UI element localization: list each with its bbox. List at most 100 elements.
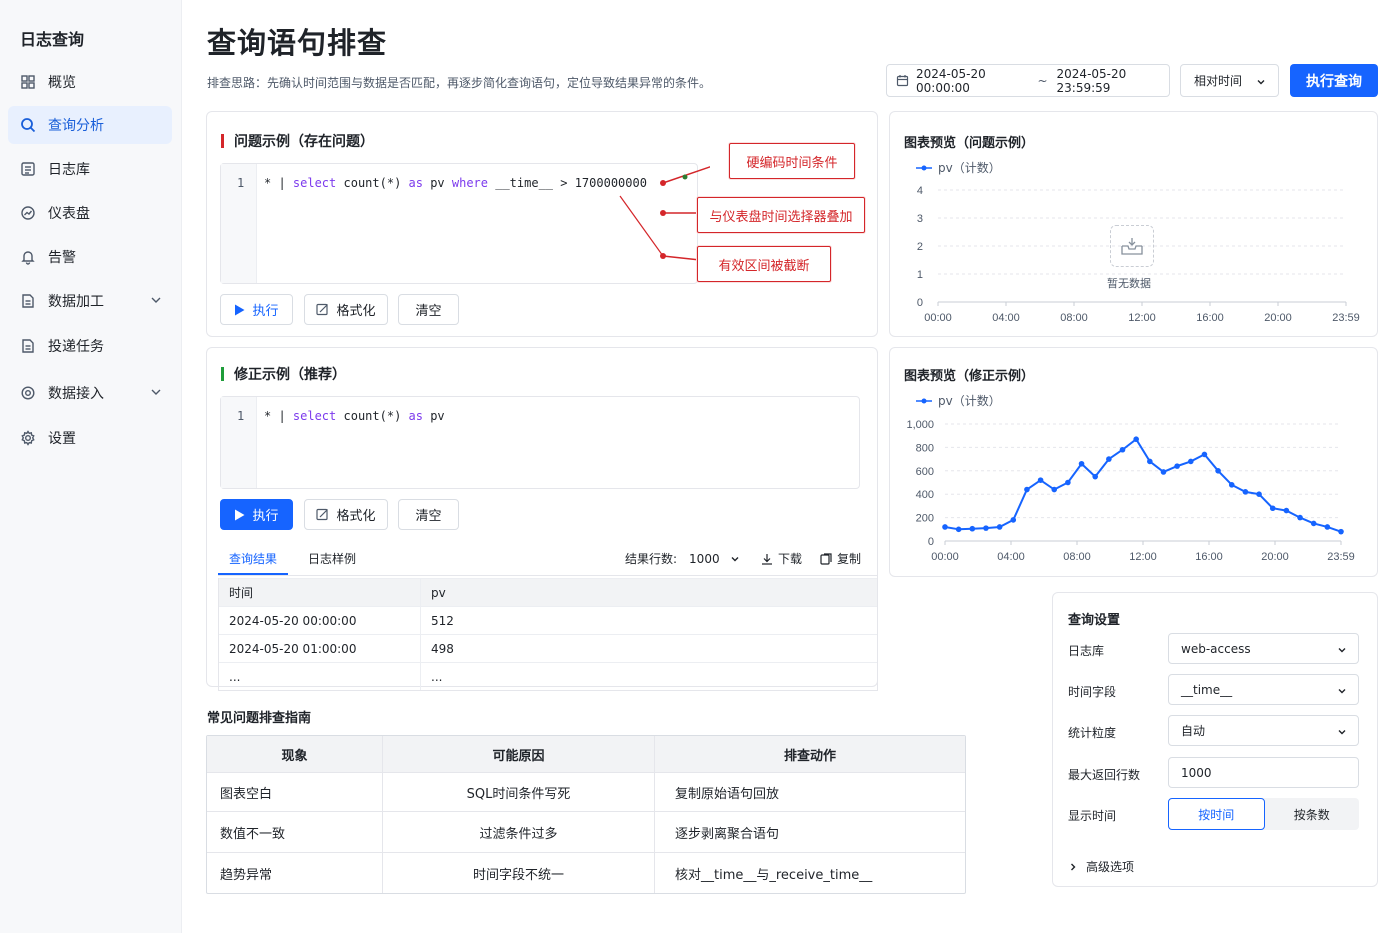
data-point — [1201, 451, 1208, 458]
run-query-button[interactable]: 执行查询 — [1290, 64, 1378, 97]
sidebar-item-alerts[interactable]: 告警 — [8, 238, 172, 276]
problem-code-line: * | select count(*) as pv where __time__… — [264, 176, 647, 190]
tab-query-result[interactable]: 查询结果 — [229, 550, 277, 567]
y-tick-label: 400 — [916, 489, 934, 501]
fixed-title-text: 修正示例（推荐） — [234, 367, 346, 383]
display-by-time-option[interactable]: 按时间 — [1168, 798, 1265, 830]
x-tick-label: 23:59 — [1327, 551, 1355, 563]
chevron-down-icon[interactable] — [150, 386, 162, 402]
data-point — [1324, 524, 1331, 530]
max-rows-input[interactable]: 1000 — [1168, 757, 1359, 788]
sidebar-item-label: 数据加工 — [48, 294, 104, 310]
danger-marker — [221, 134, 224, 148]
copy-button[interactable]: 复制 — [820, 550, 861, 567]
code-token: * | — [264, 409, 293, 423]
sidebar-item-delivery[interactable]: 投递任务 — [8, 327, 172, 365]
table-cell: ... — [219, 663, 421, 690]
data-point — [1133, 436, 1139, 443]
result-table: 时间 pv 2024-05-20 00:00:00 512 2024-05-20… — [218, 578, 878, 691]
data-point — [996, 524, 1003, 530]
x-tick-label: 00:00 — [931, 551, 959, 563]
table-cell: 核对__time__与_receive_time__ — [675, 867, 873, 883]
x-tick-label: 04:00 — [997, 551, 1025, 563]
problem-run-button[interactable]: 执行 — [220, 294, 293, 325]
time-field-select[interactable]: __time__ — [1168, 674, 1359, 705]
code-keyword: where — [451, 176, 488, 190]
table-row: 趋势异常 时间字段不统一 核对__time__与_receive_time__ — [207, 852, 965, 893]
fixed-format-button[interactable]: 格式化 — [304, 499, 388, 530]
download-icon — [761, 553, 773, 565]
connector-dot — [660, 210, 666, 216]
code-token: pv — [422, 176, 452, 190]
code-keyword: select — [292, 409, 337, 423]
chevron-down-icon[interactable] — [150, 294, 162, 310]
code-token: pv — [422, 409, 445, 423]
data-point — [1174, 463, 1180, 469]
annotation-connectors — [619, 166, 710, 261]
sidebar-item-query-analysis[interactable]: 查询分析 — [8, 106, 172, 144]
table-header-row: 时间 pv — [219, 578, 877, 606]
table-cell: 过滤条件过多 — [383, 812, 655, 852]
data-point — [1256, 491, 1262, 497]
granularity-value: 自动 — [1181, 724, 1206, 738]
list-icon — [20, 161, 36, 177]
table-row: 数值不一致 过滤条件过多 逐步剥离聚合语句 — [207, 811, 965, 852]
data-point — [955, 526, 962, 533]
fixed-clear-button[interactable]: 清空 — [398, 499, 459, 530]
date-range-picker[interactable]: 2024-05-20 00:00:00 ~ 2024-05-20 23:59:5… — [886, 64, 1170, 97]
fixed-chart: 0 200 400 600 800 1,000 00:00 04:00 08:00 12:00 16… — [906, 419, 1355, 563]
x-tick-label: 16:00 — [1195, 551, 1223, 563]
y-tick-label: 0 — [928, 536, 934, 548]
data-point — [1283, 507, 1290, 514]
chevron-down-icon — [730, 554, 740, 564]
play-icon — [234, 509, 245, 521]
sidebar-item-label: 投递任务 — [48, 339, 104, 355]
fixed-run-button[interactable]: 执行 — [220, 499, 293, 530]
sidebar-item-label: 告警 — [48, 250, 76, 266]
fixed-section-title: 修正示例（推荐） — [221, 364, 346, 384]
document-icon — [20, 338, 36, 354]
tab-log-sample[interactable]: 日志样例 — [308, 550, 356, 567]
logstore-select[interactable]: web-access — [1168, 633, 1359, 664]
data-point — [1024, 486, 1030, 493]
data-point — [1215, 468, 1221, 474]
sidebar-item-data-processing[interactable]: 数据加工 — [8, 282, 172, 320]
fixed-chart-legend: pv（计数） — [916, 392, 1001, 409]
run-label: 执行 — [252, 304, 279, 319]
table-cell: 2024-05-20 01:00:00 — [219, 635, 421, 662]
max-rows-label: 最大返回行数 — [1068, 768, 1141, 782]
sidebar-item-settings[interactable]: 设置 — [8, 419, 172, 457]
relative-time-label: 相对时间 — [1194, 74, 1243, 88]
x-tick-label: 00:00 — [924, 312, 952, 324]
data-point — [1242, 489, 1249, 495]
annotation-hardcoded-time: 硬编码时间条件 — [729, 143, 855, 179]
display-by-count-option[interactable]: 按条数 — [1265, 798, 1360, 830]
granularity-select[interactable]: 自动 — [1168, 715, 1359, 746]
data-point — [1106, 456, 1112, 462]
problem-clear-button[interactable]: 清空 — [398, 294, 459, 325]
fixed-code-editor[interactable]: 1 * | select count(*) as pv — [220, 396, 860, 489]
y-tick-label: 4 — [917, 185, 923, 197]
sidebar-item-data-ingest[interactable]: 数据接入 — [8, 374, 172, 412]
sidebar-item-logstore[interactable]: 日志库 — [8, 150, 172, 188]
time-field-label: 时间字段 — [1068, 685, 1117, 699]
sidebar-item-overview[interactable]: 概览 — [8, 63, 172, 101]
y-tick-label: 0 — [917, 297, 923, 309]
settings-title: 查询设置 — [1068, 613, 1121, 628]
table-cell: 512 — [431, 613, 454, 628]
problem-format-button[interactable]: 格式化 — [304, 294, 388, 325]
data-point — [983, 525, 989, 531]
table-row: 2024-05-20 00:00:00 512 — [219, 606, 877, 634]
advanced-options-label: 高级选项 — [1086, 860, 1135, 874]
relative-time-select[interactable]: 相对时间 — [1180, 64, 1279, 97]
x-tick-label: 12:00 — [1128, 312, 1156, 324]
data-point — [1187, 458, 1194, 465]
chevron-down-icon — [1337, 644, 1347, 658]
rows-selector[interactable]: 结果行数: 1000 — [625, 550, 740, 567]
download-label: 下载 — [778, 552, 803, 566]
rows-value: 1000 — [689, 551, 720, 566]
search-icon — [20, 117, 36, 133]
sidebar-item-dashboard[interactable]: 仪表盘 — [8, 194, 172, 232]
advanced-options-toggle[interactable]: 高级选项 — [1068, 858, 1134, 875]
download-button[interactable]: 下载 — [761, 550, 802, 567]
